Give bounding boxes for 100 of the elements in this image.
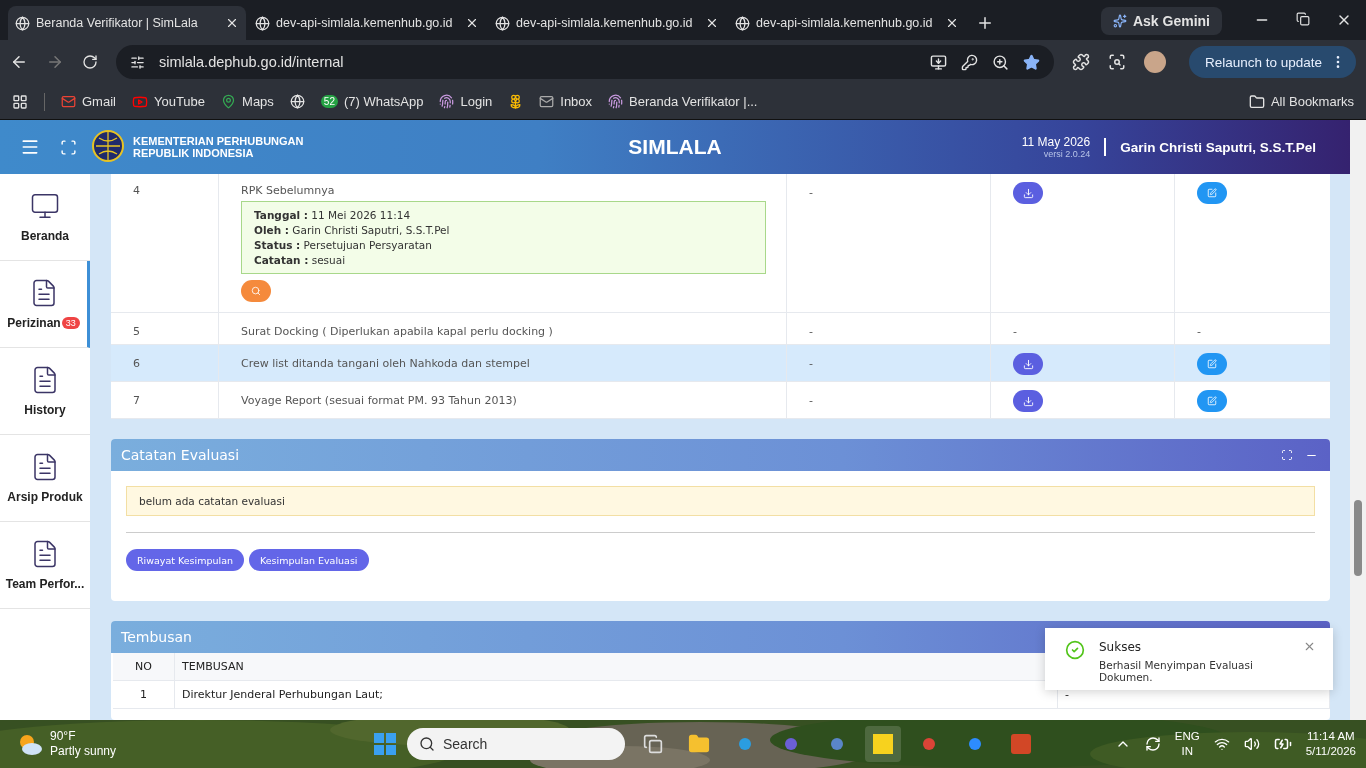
bookmark-link[interactable]: Login <box>439 94 493 109</box>
download-button[interactable] <box>1013 353 1043 375</box>
browser-tab[interactable]: dev-api-simlala.kemenhub.go.id <box>728 6 966 40</box>
row-number: 6 <box>133 357 140 370</box>
check-circle-icon <box>1065 640 1085 660</box>
evaluation-note: belum ada catatan evaluasi <box>126 486 1315 516</box>
ministry-name: KEMENTERIAN PERHUBUNGAN REPUBLIK INDONESIA <box>133 135 304 159</box>
address-bar[interactable]: simlala.dephub.go.id/internal <box>116 45 1054 79</box>
close-icon[interactable] <box>465 16 479 30</box>
download-button[interactable] <box>1013 182 1043 204</box>
close-icon[interactable] <box>225 16 239 30</box>
info-line: Oleh : Garin Christi Saputri, S.S.T.Pel <box>254 224 451 236</box>
restore-icon[interactable] <box>1296 12 1310 26</box>
user-name: Garin Christi Saputri, S.S.T.Pel <box>1120 139 1316 155</box>
version-label: versi 2.0.24 <box>1043 149 1091 159</box>
table-cell: - <box>809 186 813 199</box>
language-indicator[interactable]: ENG IN <box>1174 729 1200 759</box>
key-icon <box>961 53 978 71</box>
search-field[interactable]: Search <box>407 728 625 760</box>
gemini-button[interactable]: Ask Gemini <box>1100 7 1222 35</box>
pill-button[interactable]: Kesimpulan Evaluasi <box>249 549 369 571</box>
sidebar-label: Arsip Produk <box>7 490 83 504</box>
sidebar-label: History <box>24 403 66 417</box>
clock[interactable]: 11:14 AM 5/11/2026 <box>1305 729 1356 759</box>
bookmark-link[interactable]: YouTube <box>131 93 206 110</box>
star-icon <box>1023 53 1040 71</box>
apps-grid-icon[interactable] <box>12 93 28 110</box>
document-name: RPK Sebelumnya <box>241 184 335 197</box>
back-icon[interactable] <box>10 53 28 71</box>
bookmark-link[interactable]: Gmail <box>61 94 116 109</box>
table-cell: 1 <box>113 681 175 708</box>
plus-icon[interactable] <box>976 14 994 32</box>
header-date: 11 May 2026 <box>1021 135 1091 149</box>
table-cell: - <box>809 325 813 338</box>
column-header: NO <box>113 653 175 680</box>
bookmark-link[interactable]: Inbox <box>539 94 593 109</box>
panel-title: Catatan Evaluasi <box>121 447 240 463</box>
reload-icon[interactable] <box>82 54 98 70</box>
volume-icon[interactable] <box>1243 736 1260 752</box>
screen-search-icon[interactable] <box>1108 53 1126 71</box>
browser-tab[interactable]: dev-api-simlala.kemenhub.go.id <box>248 6 486 40</box>
document-name: Surat Docking ( Diperlukan apabila kapal perlu docking ) <box>241 325 553 338</box>
search-icon <box>419 736 435 752</box>
sidebar-label: Perizinan <box>7 316 61 330</box>
relaunch-button[interactable]: Relaunch to update <box>1188 46 1356 78</box>
folder-icon <box>1248 93 1265 110</box>
download-button[interactable] <box>1013 390 1043 412</box>
forward-icon[interactable] <box>46 53 64 71</box>
toast-title: Sukses <box>1099 640 1143 654</box>
close-icon[interactable] <box>945 16 959 30</box>
bookmark-link[interactable]: Beranda Verifikator |... <box>608 94 758 109</box>
info-line: Status : Persetujuan Persyaratan <box>254 239 433 251</box>
search-icon <box>251 286 261 296</box>
temperature: 90°F <box>50 729 77 744</box>
row-number: 5 <box>133 325 140 338</box>
fullscreen-icon[interactable] <box>1281 449 1293 461</box>
wifi-icon[interactable] <box>1213 736 1230 752</box>
sparkle-icon <box>1112 14 1127 28</box>
edit-icon <box>1207 396 1217 406</box>
download-icon <box>1022 395 1034 407</box>
mail-icon <box>61 94 76 109</box>
close-icon[interactable] <box>705 16 719 30</box>
app-title: SIMLALA <box>628 135 722 159</box>
info-line: Catatan : sesuai <box>254 254 347 266</box>
bookmark-link[interactable]: Maps <box>221 94 274 109</box>
weather-text: Partly sunny <box>50 744 117 759</box>
windows-icon[interactable] <box>373 732 397 756</box>
sticky-notes-icon[interactable] <box>865 726 901 762</box>
monitor-icon <box>30 191 60 221</box>
menu-icon[interactable] <box>20 137 40 157</box>
row-number: 7 <box>133 394 140 407</box>
table-cell: - <box>1013 325 1017 338</box>
install-icon <box>930 53 947 71</box>
edit-icon <box>1207 188 1217 198</box>
document-name: Crew list ditanda tangani oleh Nahkoda dan stempel <box>241 357 530 370</box>
all-bookmarks-link[interactable]: All Bookmarks <box>1248 93 1354 110</box>
map-pin-icon <box>221 94 237 109</box>
avatar-icon[interactable] <box>1144 51 1166 73</box>
info-line: Tanggal : 11 Mei 2026 11:14 <box>254 209 412 221</box>
emblem-icon <box>91 130 125 164</box>
edit-icon <box>1207 359 1217 369</box>
panel-title: Tembusan <box>121 629 192 645</box>
edit-button[interactable] <box>1197 182 1227 204</box>
download-icon <box>1022 358 1034 370</box>
pill-button[interactable]: Riwayat Kesimpulan <box>126 549 244 571</box>
sync-icon[interactable] <box>1144 736 1161 752</box>
browser-tab[interactable]: Beranda Verifikator | SimLala <box>8 6 246 40</box>
puzzle-icon[interactable] <box>1072 53 1090 71</box>
mail-icon <box>539 94 555 109</box>
table-cell: - <box>1197 325 1201 338</box>
toast-message: Berhasil Menyimpan Evaluasi Dokumen. <box>1099 659 1254 683</box>
table-cell: - <box>809 394 813 407</box>
site-settings-icon <box>130 54 145 70</box>
edit-button[interactable] <box>1197 353 1227 375</box>
table-cell: - <box>809 357 813 370</box>
browser-tab[interactable]: dev-api-simlala.kemenhub.go.id <box>488 6 726 40</box>
scrollbar[interactable] <box>1350 120 1366 720</box>
bookmark-link[interactable]: 52 (7) WhatsApp <box>320 94 424 109</box>
edit-button[interactable] <box>1197 390 1227 412</box>
fullscreen-icon[interactable] <box>60 138 77 156</box>
